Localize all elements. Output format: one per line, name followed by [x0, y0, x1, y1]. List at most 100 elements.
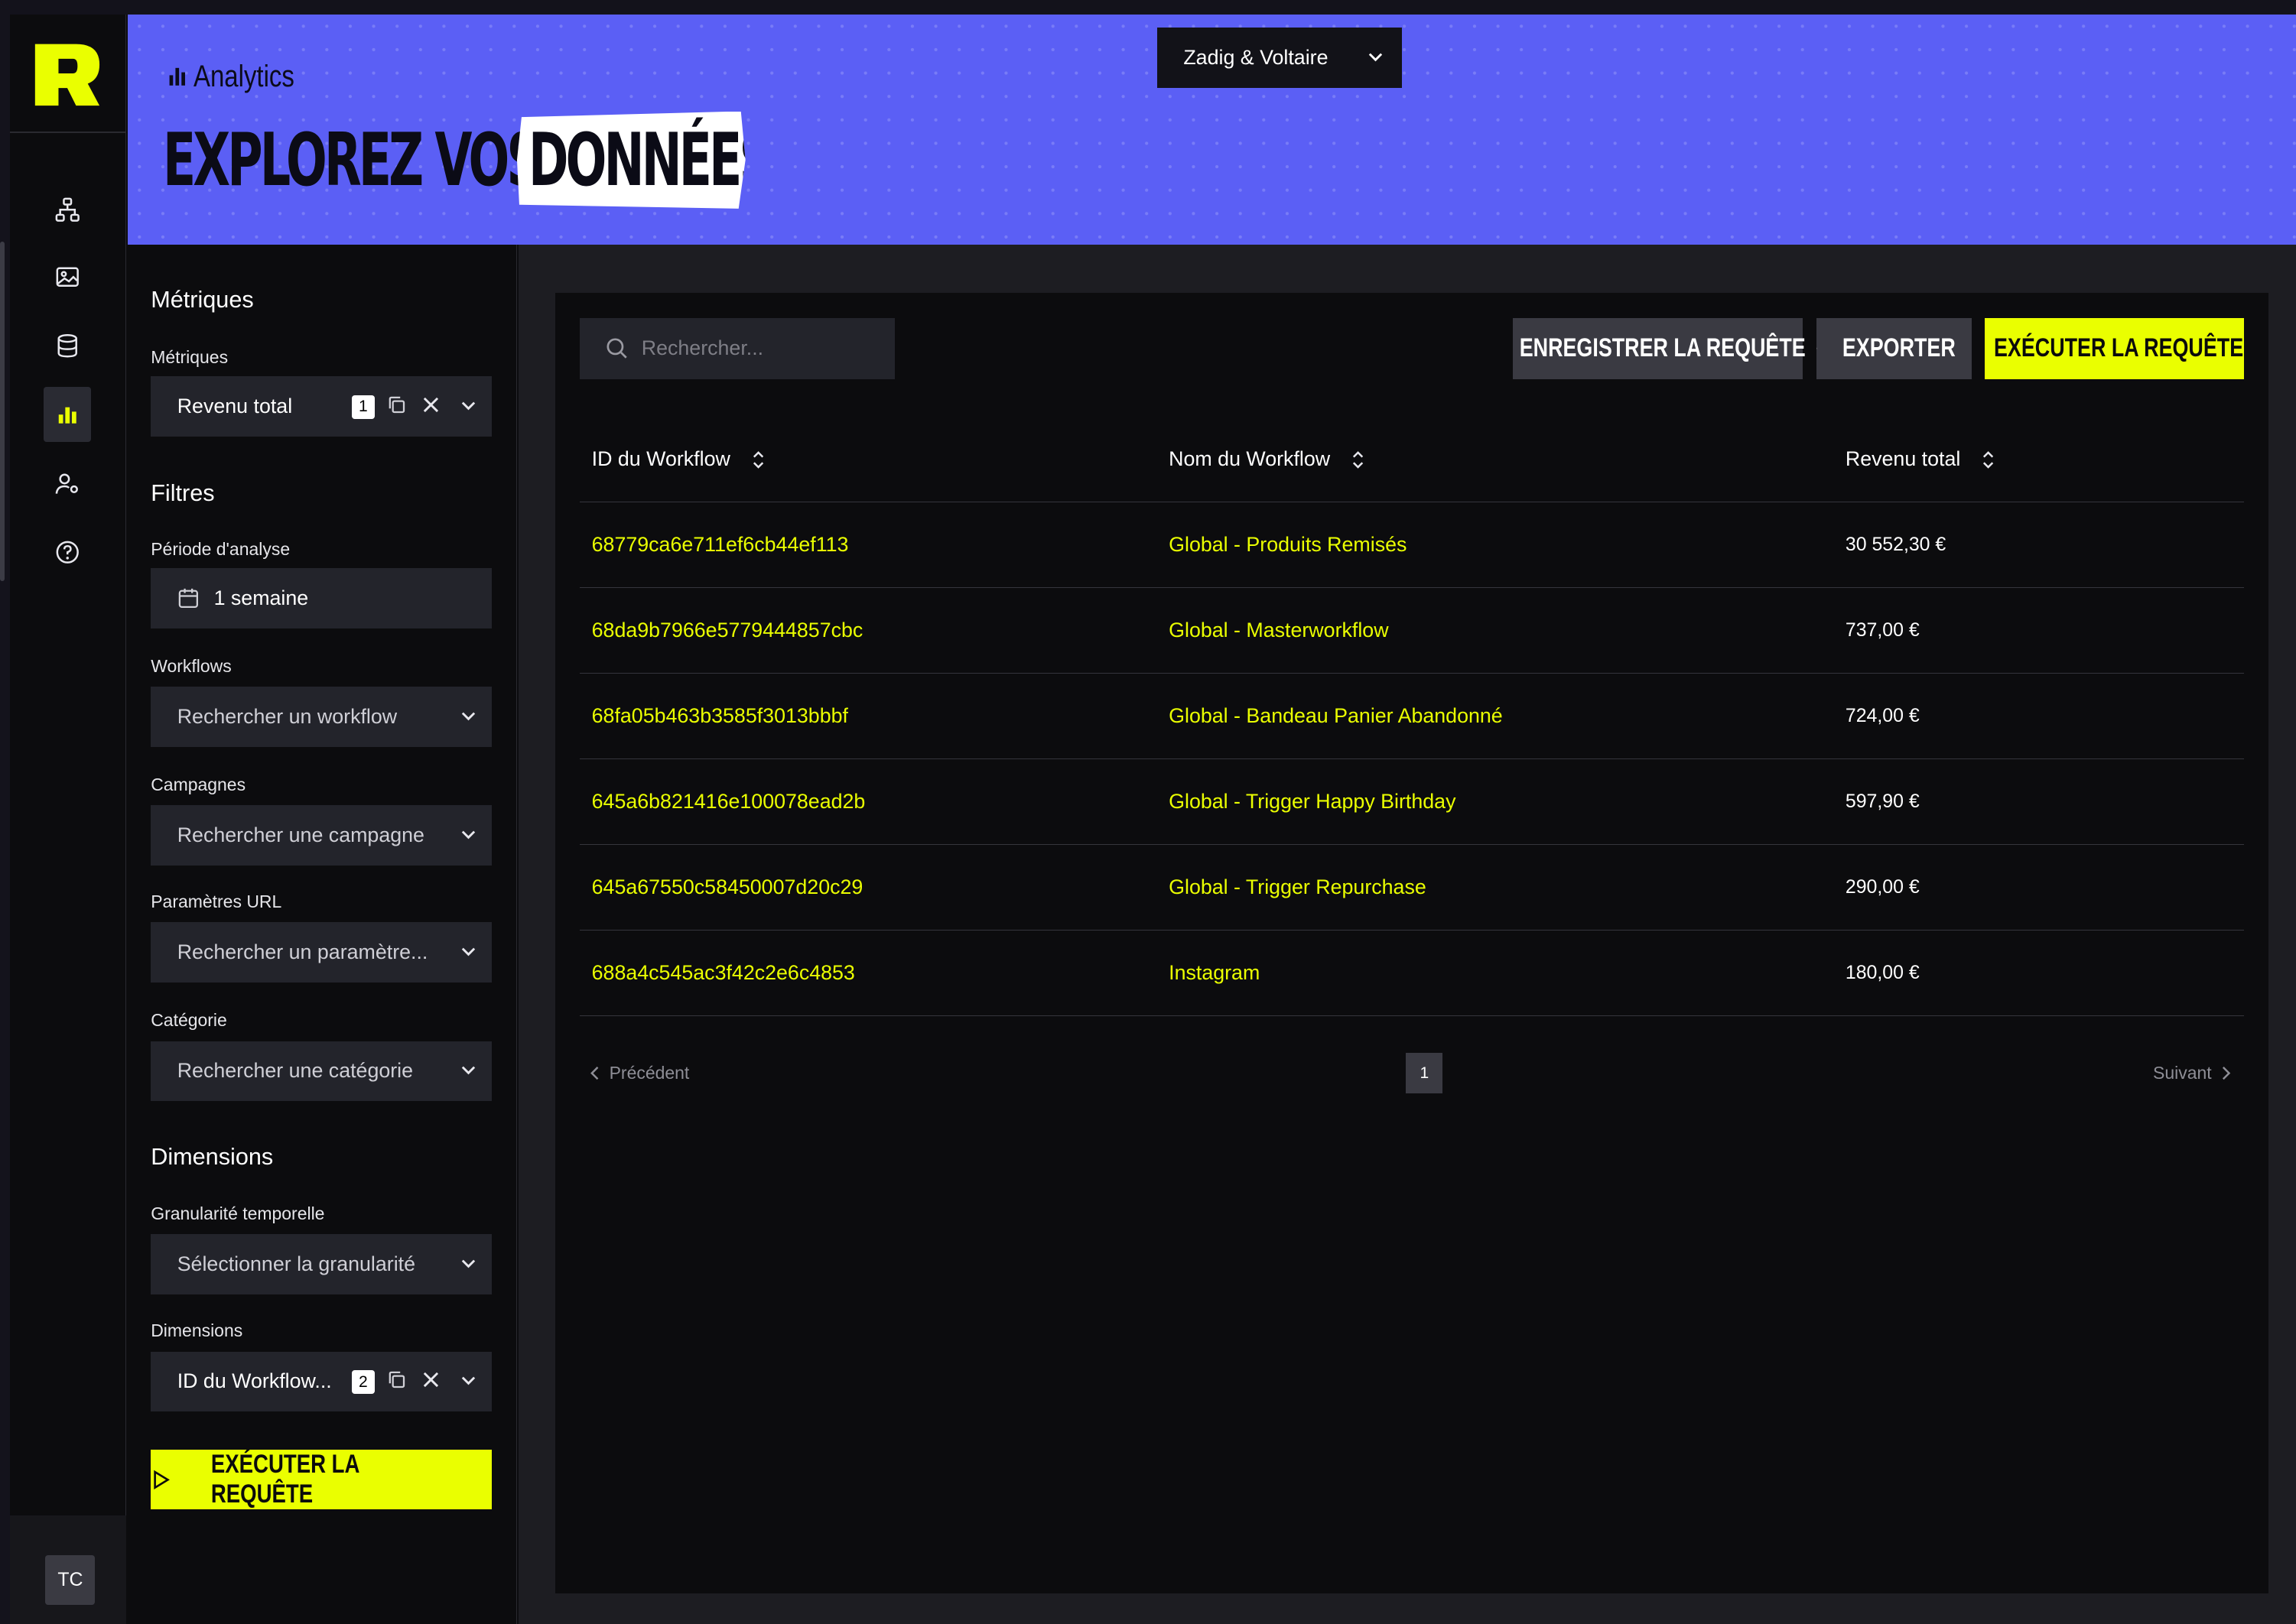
nav-item-gallery[interactable] — [44, 249, 90, 305]
run-query-label: EXÉCUTER LA REQUÊTE — [1993, 333, 2244, 363]
workflow-id-link[interactable]: 645a6b821416e100078ead2b — [580, 758, 1157, 846]
granularity-select[interactable]: Sélectionner la granularité — [151, 1234, 493, 1294]
workflow-name-link[interactable]: Global - Masterworkflow — [1156, 587, 1834, 674]
results-card: Rechercher... ENREGISTRER LA REQUÊTE EXP… — [554, 293, 2269, 1593]
workflow-id-link[interactable]: 688a4c545ac3f42c2e6c4853 — [580, 930, 1157, 1017]
chevron-down-icon — [462, 1066, 476, 1075]
campaigns-select[interactable]: Rechercher une campagne — [151, 805, 493, 866]
revenue-cell: 180,00 € — [1833, 930, 2244, 1017]
table-row: 68fa05b463b3585f3013bbbf Global - Bandea… — [580, 673, 2244, 760]
play-icon — [154, 1470, 171, 1489]
page-number[interactable]: 1 — [1406, 1052, 1443, 1094]
category-label: Catégorie — [151, 1010, 227, 1031]
nav-item-help[interactable] — [44, 525, 90, 580]
store-selector-value: Zadig & Voltaire — [1183, 46, 1328, 70]
period-value: 1 semaine — [213, 586, 309, 609]
dimensions-heading: Dimensions — [151, 1143, 274, 1170]
chevron-down-icon — [462, 830, 476, 840]
chevron-down-icon[interactable] — [460, 1372, 477, 1389]
workflow-name-link[interactable]: Global - Bandeau Panier Abandonné — [1156, 673, 1834, 760]
url-params-label: Paramètres URL — [151, 892, 282, 912]
category-placeholder: Rechercher une catégorie — [177, 1059, 414, 1083]
metrics-heading: Métriques — [151, 287, 254, 313]
nav-item-workflows[interactable] — [44, 181, 90, 237]
store-selector[interactable]: Zadig & Voltaire — [1156, 28, 1402, 88]
workflow-id-link[interactable]: 68fa05b463b3585f3013bbbf — [580, 673, 1157, 760]
run-query-button[interactable]: EXÉCUTER LA REQUÊTE — [1984, 317, 2244, 379]
chevron-down-icon — [462, 1259, 476, 1268]
campaigns-placeholder: Rechercher une campagne — [177, 823, 424, 846]
revenue-cell: 30 552,30 € — [1833, 502, 2244, 589]
copy-icon[interactable] — [387, 1370, 406, 1389]
filters-heading: Filtres — [151, 480, 215, 507]
next-page-button[interactable]: Suivant — [2153, 1063, 2232, 1083]
previous-page-button[interactable]: Précédent — [589, 1063, 689, 1083]
avatar[interactable]: TC — [45, 1554, 96, 1605]
nav-scrollbar[interactable] — [0, 241, 5, 582]
metrics-label: Métriques — [151, 346, 229, 367]
campaigns-label: Campagnes — [151, 775, 246, 795]
chevron-right-icon — [2223, 1067, 2231, 1080]
page-title-highlight: DONNÉES — [516, 111, 746, 209]
column-header-revenue[interactable]: Revenu total — [1833, 415, 2244, 503]
nav-item-database[interactable] — [44, 318, 90, 374]
sort-icon — [753, 451, 763, 469]
metrics-select[interactable]: Revenu total 1 — [151, 376, 493, 437]
page-title-part1: EXPLOREZ VOS — [162, 117, 541, 203]
period-select[interactable]: 1 semaine — [151, 568, 493, 628]
table-header-row: ID du Workflow Nom du Workflow Revenu to… — [580, 415, 2244, 503]
app-logo[interactable] — [32, 38, 102, 112]
column-header-workflow-id[interactable]: ID du Workflow — [580, 415, 1157, 503]
table-row: 645a67550c58450007d20c29 Global - Trigge… — [580, 844, 2244, 931]
workflows-select[interactable]: Rechercher un workflow — [151, 687, 493, 747]
url-params-select[interactable]: Rechercher un paramètre... — [151, 922, 493, 983]
workflow-name-link[interactable]: Global - Trigger Repurchase — [1156, 844, 1834, 931]
dimensions-select[interactable]: ID du Workflow... 2 — [151, 1351, 493, 1412]
workflow-name-link[interactable]: Global - Trigger Happy Birthday — [1156, 758, 1834, 846]
granularity-placeholder: Sélectionner la granularité — [177, 1252, 416, 1276]
results-table: ID du Workflow Nom du Workflow Revenu to… — [580, 415, 2244, 1017]
gallery-icon — [56, 267, 79, 287]
next-page-label: Suivant — [2153, 1063, 2212, 1083]
export-label: EXPORTER — [1842, 333, 1956, 363]
save-query-button[interactable]: ENREGISTRER LA REQUÊTE — [1513, 317, 1805, 379]
category-select[interactable]: Rechercher une catégorie — [151, 1041, 493, 1102]
column-header-label: ID du Workflow — [591, 447, 730, 470]
breadcrumb-label: Analytics — [194, 58, 295, 93]
column-header-workflow-name[interactable]: Nom du Workflow — [1156, 415, 1834, 503]
export-button[interactable]: EXPORTER — [1816, 317, 1972, 379]
metrics-value: Revenu total — [177, 394, 293, 417]
workflow-id-link[interactable]: 68779ca6e711ef6cb44ef113 — [580, 502, 1157, 589]
chevron-left-icon — [590, 1067, 599, 1080]
workflow-id-link[interactable]: 68da9b7966e5779444857cbc — [580, 587, 1157, 674]
granularity-label: Granularité temporelle — [151, 1203, 325, 1224]
workflow-id-link[interactable]: 645a67550c58450007d20c29 — [580, 844, 1157, 931]
chevron-down-icon — [462, 947, 476, 957]
column-header-label: Revenu total — [1845, 447, 1961, 470]
dimensions-label: Dimensions — [151, 1320, 243, 1341]
table-row: 645a6b821416e100078ead2b Global - Trigge… — [580, 758, 2244, 846]
workflow-name-link[interactable]: Instagram — [1156, 930, 1834, 1017]
sidebar-nav: TC — [10, 15, 126, 1624]
run-query-label: EXÉCUTER LA REQUÊTE — [210, 1450, 359, 1509]
help-icon — [56, 541, 79, 564]
run-query-button-sidebar[interactable]: EXÉCUTER LA REQUÊTE — [151, 1449, 493, 1510]
window-top-strip — [0, 0, 2296, 15]
pagination: Précédent 1 Suivant — [580, 1051, 2243, 1095]
search-input[interactable]: Rechercher... — [580, 317, 896, 379]
workflows-label: Workflows — [151, 655, 232, 676]
copy-icon[interactable] — [387, 395, 406, 414]
revenue-cell: 597,90 € — [1833, 758, 2244, 846]
query-builder-panel: Métriques Métriques Revenu total 1 Filtr… — [127, 244, 517, 1624]
nav-item-user-settings[interactable] — [44, 456, 90, 512]
chevron-down-icon[interactable] — [460, 397, 477, 414]
chevron-down-icon — [1368, 53, 1382, 62]
nav-item-analytics[interactable] — [44, 386, 91, 443]
workflow-name-link[interactable]: Global - Produits Remisés — [1156, 502, 1834, 589]
analytics-icon — [58, 407, 76, 424]
close-icon[interactable] — [421, 1370, 441, 1389]
revenue-cell: 290,00 € — [1833, 844, 2244, 931]
close-icon[interactable] — [421, 395, 441, 414]
calendar-icon — [178, 588, 198, 608]
column-header-label: Nom du Workflow — [1169, 447, 1331, 470]
